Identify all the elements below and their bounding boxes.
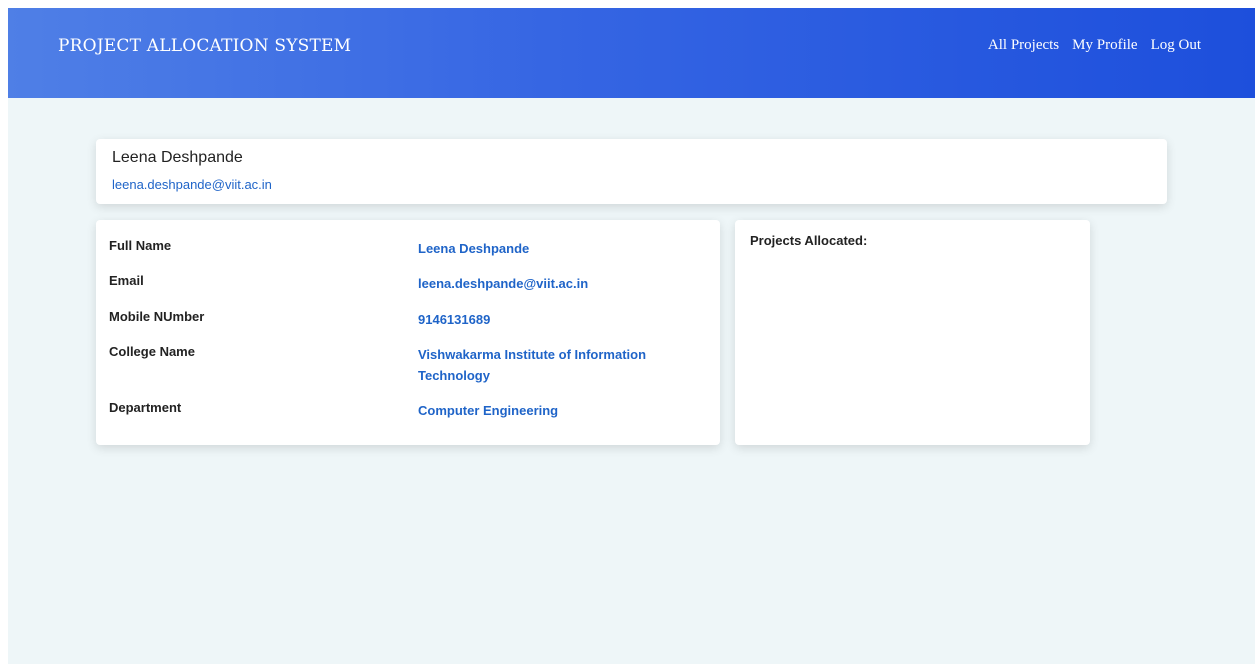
- nav-link-all-projects[interactable]: All Projects: [988, 37, 1059, 54]
- detail-value: Computer Engineering: [418, 403, 559, 418]
- detail-value: 9146131689: [418, 312, 491, 327]
- projects-allocated-card: Projects Allocated:: [735, 220, 1090, 445]
- detail-label: Mobile NUmber: [109, 309, 205, 324]
- profile-details-card: Full Name Leena Deshpande Email leena.de…: [96, 220, 720, 445]
- detail-value: Vishwakarma Institute of Information Tec…: [418, 347, 647, 383]
- nav-links: All Projects My Profile Log Out: [988, 37, 1201, 54]
- nav-link-my-profile[interactable]: My Profile: [1072, 37, 1137, 54]
- projects-allocated-title: Projects Allocated:: [750, 233, 868, 248]
- detail-value: Leena Deshpande: [418, 241, 530, 256]
- navbar: PROJECT ALLOCATION SYSTEM All Projects M…: [8, 8, 1255, 98]
- detail-label: Email: [109, 273, 144, 288]
- detail-label: Department: [109, 400, 182, 415]
- detail-value: leena.deshpande@viit.ac.in: [418, 276, 589, 291]
- profile-email: leena.deshpande@viit.ac.in: [112, 177, 272, 192]
- detail-label: College Name: [109, 344, 195, 359]
- profile-header-card: Leena Deshpande leena.deshpande@viit.ac.…: [96, 139, 1167, 204]
- brand-title[interactable]: PROJECT ALLOCATION SYSTEM: [58, 36, 351, 56]
- profile-name: Leena Deshpande: [112, 149, 243, 166]
- detail-label: Full Name: [109, 238, 172, 253]
- nav-link-log-out[interactable]: Log Out: [1151, 37, 1201, 54]
- app-container: PROJECT ALLOCATION SYSTEM All Projects M…: [8, 8, 1255, 664]
